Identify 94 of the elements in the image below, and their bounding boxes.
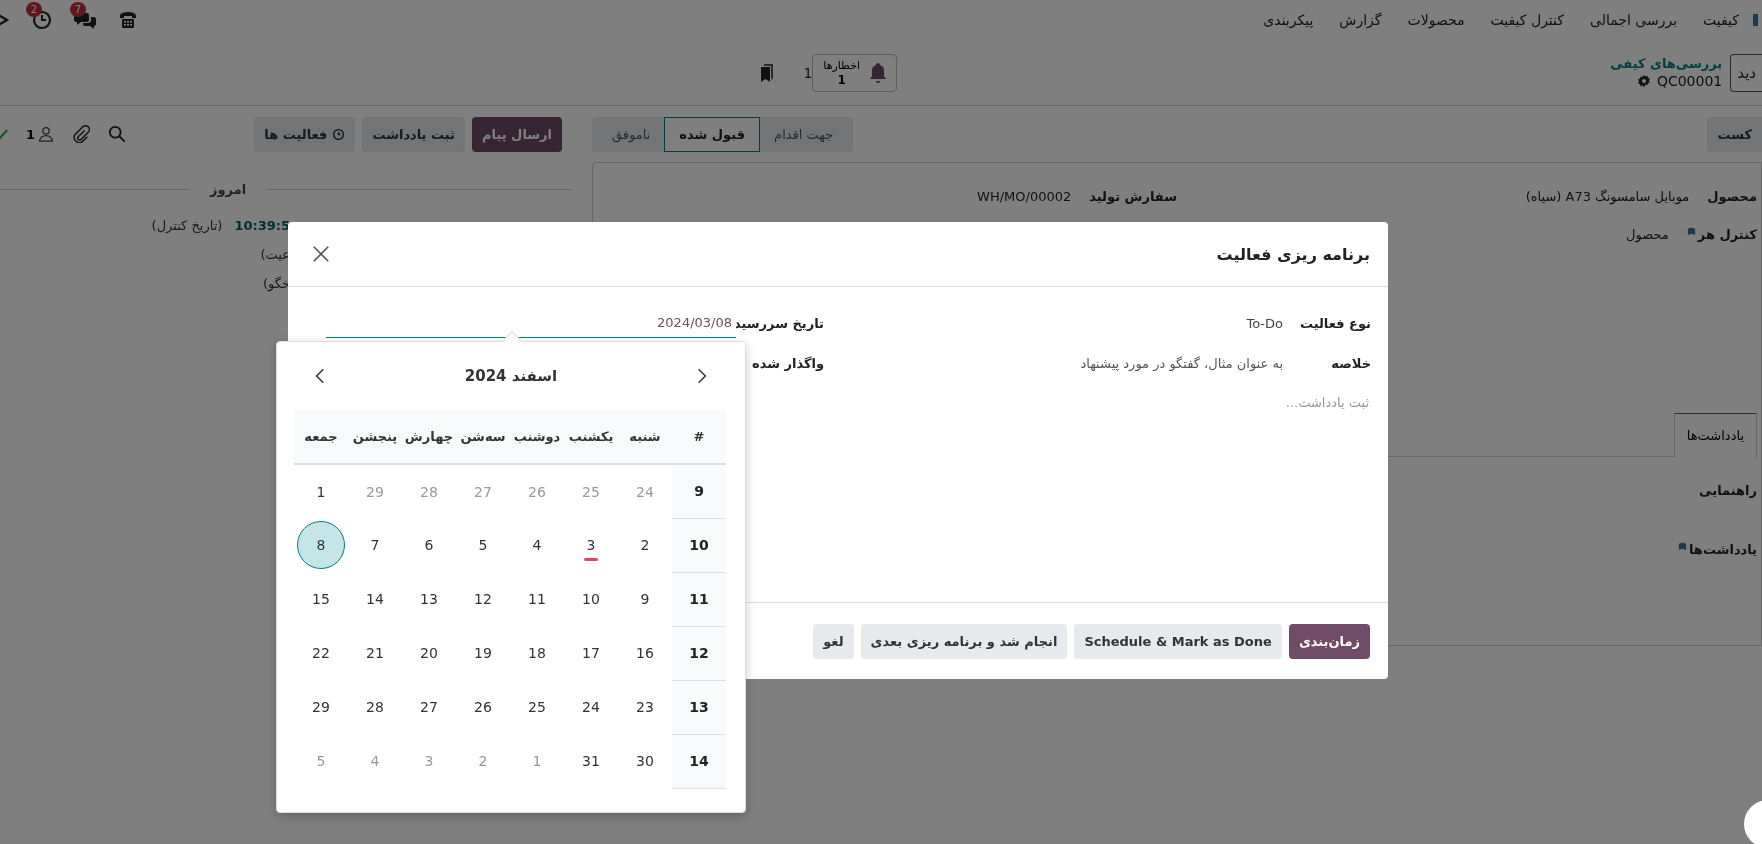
message-time: 10:39:5: [234, 218, 290, 233]
close-icon[interactable]: [312, 245, 330, 263]
week-number: 14: [672, 734, 726, 788]
week-number: 12: [672, 626, 726, 680]
week-number: 11: [672, 572, 726, 626]
section-label: راهنمایی: [1699, 483, 1757, 498]
calendar-day[interactable]: 11: [513, 575, 561, 623]
activities-button[interactable]: فعالیت ها: [254, 116, 356, 152]
menu-item[interactable]: گزارش: [1339, 12, 1382, 28]
menu-item[interactable]: بررسی اجمالی: [1589, 12, 1678, 28]
calendar-day[interactable]: 22: [297, 629, 345, 677]
phone-icon[interactable]: [118, 10, 138, 30]
book-icon: [1686, 226, 1696, 236]
calendar-day[interactable]: 16: [621, 629, 669, 677]
pager-value: 1: [803, 64, 813, 81]
calendar-day[interactable]: 20: [405, 629, 453, 677]
notebook-tab[interactable]: یادداشت‌ها: [1673, 413, 1757, 457]
log-note-button[interactable]: ثبت یادداشت: [362, 116, 465, 152]
calendar-day[interactable]: 3: [567, 521, 615, 569]
calendar-day[interactable]: 2: [621, 521, 669, 569]
calendar-day[interactable]: 27: [405, 683, 453, 731]
bookmark-icon[interactable]: [759, 62, 776, 83]
calendar-day[interactable]: 13: [405, 575, 453, 623]
week-number: 10: [672, 518, 726, 572]
calendar-day[interactable]: 18: [513, 629, 561, 677]
calendar-day[interactable]: 29: [297, 683, 345, 731]
status-stage[interactable]: قبول شده: [664, 116, 761, 152]
menu-item[interactable]: پیکربندی: [1263, 12, 1314, 28]
calendar-day[interactable]: 17: [567, 629, 615, 677]
calendar-day[interactable]: 19: [459, 629, 507, 677]
book-icon: [1678, 542, 1687, 551]
field-label: تاریخ سررسید: [736, 315, 824, 331]
week-number: 13: [672, 680, 726, 734]
today-marker: [584, 558, 598, 561]
bell-icon: [868, 61, 888, 84]
message-text: عیت): [260, 247, 290, 262]
calendar-day[interactable]: 25: [513, 683, 561, 731]
calendar-day[interactable]: 21: [351, 629, 399, 677]
message-text: (تاریخ کنترل): [151, 218, 223, 233]
chevron-left-icon[interactable]: [315, 367, 325, 385]
calendar-day[interactable]: 31: [567, 737, 615, 785]
schedule-button[interactable]: زمان‌بندی: [1288, 623, 1370, 659]
person-icon: [38, 126, 55, 142]
menu-item[interactable]: کیفیت: [1703, 12, 1739, 28]
calendar-day[interactable]: 12: [459, 575, 507, 623]
menu-item[interactable]: کنترل کیفیت: [1490, 12, 1564, 28]
week-number: 9: [672, 464, 726, 518]
record-name: QC00001: [1656, 73, 1723, 89]
clock-icon: [332, 127, 346, 141]
calendar-day[interactable]: 8: [297, 521, 345, 569]
alerts-count: 1: [836, 72, 847, 87]
calendar-day[interactable]: 28: [351, 683, 399, 731]
calendar-day[interactable]: 14: [351, 575, 399, 623]
new-button[interactable]: دید: [1730, 53, 1762, 92]
calendar-day[interactable]: 24: [567, 683, 615, 731]
calendar-day[interactable]: 10: [567, 575, 615, 623]
field-value: To-Do: [1245, 315, 1284, 331]
alerts-label: اخطارها: [823, 58, 860, 73]
field-value: WH/MO/00002: [977, 188, 1072, 204]
message-text: خگو): [263, 276, 290, 291]
search-icon[interactable]: [108, 125, 127, 143]
field-label: خلاصه: [1330, 355, 1371, 371]
count-badge: 2: [25, 2, 42, 17]
followers-button[interactable]: 1: [26, 126, 55, 142]
field-label: کنترل هر: [1697, 226, 1757, 242]
calendar-day[interactable]: 26: [459, 683, 507, 731]
count-badge: 7: [69, 2, 86, 17]
field-label: سفارش تولید: [1089, 188, 1177, 204]
calendar-day[interactable]: 9: [621, 575, 669, 623]
calendar-day[interactable]: 5: [459, 521, 507, 569]
calendar-day[interactable]: 15: [297, 575, 345, 623]
dialog-button[interactable]: لغو: [813, 623, 854, 659]
dialog-button[interactable]: انجام شد و برنامه ریزی بعدی: [860, 623, 1068, 659]
chevron-right-icon[interactable]: [697, 367, 707, 385]
field-label: واگذار شده: [750, 355, 824, 371]
calendar-day[interactable]: 7: [351, 521, 399, 569]
calendar-day[interactable]: 4: [513, 521, 561, 569]
calendar-day[interactable]: 23: [621, 683, 669, 731]
paperclip-icon[interactable]: [72, 125, 91, 143]
dialog-title: برنامه ریزی فعالیت: [1216, 244, 1370, 264]
send-message-button[interactable]: ارسال پیام: [472, 116, 562, 152]
field-label: محصول: [1707, 188, 1757, 204]
calendar-day[interactable]: 30: [621, 737, 669, 785]
field-value: محصول: [1626, 226, 1669, 242]
settings-icon[interactable]: [1636, 74, 1651, 88]
date-separator: امروز: [208, 182, 248, 197]
section-label: یادداشت‌ها: [1689, 542, 1757, 557]
fail-button[interactable]: کست: [1707, 116, 1762, 152]
menu-item[interactable]: محصولات: [1407, 12, 1465, 28]
field-label: نوع فعالیت: [1298, 315, 1371, 331]
dialog-button[interactable]: Schedule & Mark as Done: [1074, 623, 1282, 659]
calendar-day[interactable]: 1: [297, 467, 345, 516]
month-title: اسفند 2024: [464, 367, 558, 385]
calendar-day[interactable]: 6: [405, 521, 453, 569]
